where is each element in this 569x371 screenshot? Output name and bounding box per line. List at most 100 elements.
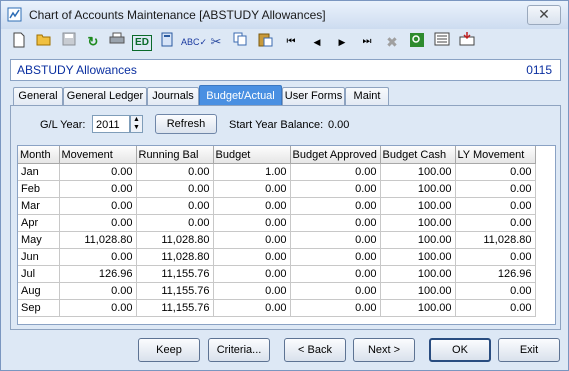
column-header[interactable]: Budget Cash bbox=[380, 146, 456, 164]
tab-general[interactable]: General bbox=[13, 87, 63, 105]
table-cell[interactable]: 0.00 bbox=[59, 163, 137, 181]
table-cell[interactable]: 0.00 bbox=[455, 197, 536, 215]
find-icon[interactable] bbox=[407, 32, 427, 52]
table-row[interactable]: Jul 126.96 11,155.76 0.00 0.00 100.00 126.96 bbox=[18, 265, 536, 283]
table-cell[interactable]: Mar bbox=[18, 197, 60, 215]
refresh-icon[interactable]: ↻ bbox=[83, 32, 103, 52]
column-header[interactable]: Budget bbox=[213, 146, 291, 164]
table-cell[interactable]: 0.00 bbox=[213, 197, 291, 215]
table-cell[interactable]: 0.00 bbox=[455, 282, 536, 300]
table-cell[interactable]: 100.00 bbox=[380, 214, 456, 232]
cut-icon[interactable]: ✂ bbox=[206, 32, 226, 52]
table-row[interactable]: Feb 0.00 0.00 0.00 0.00 100.00 0.00 bbox=[18, 180, 536, 198]
table-cell[interactable]: 0.00 bbox=[213, 248, 291, 266]
last-record-icon[interactable]: ⏭ bbox=[357, 32, 377, 52]
spellcheck-icon[interactable]: ABC✓ bbox=[181, 32, 207, 52]
table-row[interactable]: Aug 0.00 11,155.76 0.00 0.00 100.00 0.00 bbox=[18, 282, 536, 300]
table-cell[interactable]: 100.00 bbox=[380, 265, 456, 283]
column-header[interactable]: Month bbox=[18, 146, 60, 164]
tab-budget-actual[interactable]: Budget/Actual bbox=[199, 85, 282, 106]
table-row[interactable]: Mar 0.00 0.00 0.00 0.00 100.00 0.00 bbox=[18, 197, 536, 215]
back-button[interactable]: < Back bbox=[284, 338, 346, 362]
table-cell[interactable]: 0.00 bbox=[136, 214, 214, 232]
print-icon[interactable] bbox=[107, 32, 127, 52]
table-cell[interactable]: 11,028.80 bbox=[136, 231, 214, 249]
table-cell[interactable]: 0.00 bbox=[59, 180, 137, 198]
previous-record-icon[interactable]: ◀ bbox=[307, 32, 327, 52]
save-icon[interactable] bbox=[59, 32, 79, 52]
close-button[interactable]: ✕ bbox=[527, 5, 561, 25]
table-cell[interactable]: 0.00 bbox=[290, 231, 381, 249]
copy-icon[interactable] bbox=[230, 32, 250, 52]
first-record-icon[interactable]: ⏮ bbox=[281, 32, 301, 52]
keep-button[interactable]: Keep bbox=[138, 338, 200, 362]
table-cell[interactable]: Feb bbox=[18, 180, 60, 198]
table-cell[interactable]: 100.00 bbox=[380, 163, 456, 181]
table-cell[interactable]: 0.00 bbox=[290, 197, 381, 215]
table-cell[interactable]: 126.96 bbox=[59, 265, 137, 283]
table-cell[interactable]: 11,028.80 bbox=[455, 231, 536, 249]
table-row[interactable]: Sep 0.00 11,155.76 0.00 0.00 100.00 0.00 bbox=[18, 299, 536, 317]
table-cell[interactable]: 100.00 bbox=[380, 180, 456, 198]
budget-actual-grid[interactable]: Month Movement Running Bal Budget Budget App… bbox=[17, 145, 556, 325]
table-cell[interactable]: 0.00 bbox=[290, 214, 381, 232]
spin-up-icon[interactable]: ▲ bbox=[131, 116, 142, 124]
table-cell[interactable]: 11,155.76 bbox=[136, 282, 214, 300]
table-cell[interactable]: 0.00 bbox=[213, 231, 291, 249]
table-cell[interactable]: Jun bbox=[18, 248, 60, 266]
table-cell[interactable]: 0.00 bbox=[213, 214, 291, 232]
table-cell[interactable]: 0.00 bbox=[136, 163, 214, 181]
next-button[interactable]: Next > bbox=[353, 338, 415, 362]
export-icon[interactable] bbox=[457, 32, 477, 52]
table-cell[interactable]: 0.00 bbox=[136, 180, 214, 198]
gl-year-input[interactable]: 2011 bbox=[92, 115, 130, 133]
table-cell[interactable]: 100.00 bbox=[380, 299, 456, 317]
table-cell[interactable]: 0.00 bbox=[290, 163, 381, 181]
table-cell[interactable]: 100.00 bbox=[380, 282, 456, 300]
table-cell[interactable]: 0.00 bbox=[455, 180, 536, 198]
report-icon[interactable] bbox=[432, 32, 452, 52]
table-cell[interactable]: 0.00 bbox=[290, 180, 381, 198]
vertical-scrollbar[interactable]: ▲ ▼ bbox=[555, 146, 556, 324]
gl-year-spinner[interactable]: ▲ ▼ bbox=[130, 115, 143, 133]
column-header[interactable]: Movement bbox=[59, 146, 137, 164]
table-cell[interactable]: Apr bbox=[18, 214, 60, 232]
refresh-button[interactable]: Refresh bbox=[155, 114, 217, 134]
table-cell[interactable]: 0.00 bbox=[213, 282, 291, 300]
table-cell[interactable]: 0.00 bbox=[290, 248, 381, 266]
table-row[interactable]: Jun 0.00 11,028.80 0.00 0.00 100.00 0.00 bbox=[18, 248, 536, 266]
paste-icon[interactable] bbox=[255, 32, 275, 52]
table-cell[interactable]: 0.00 bbox=[455, 248, 536, 266]
spin-down-icon[interactable]: ▼ bbox=[131, 124, 142, 132]
table-cell[interactable]: 100.00 bbox=[380, 197, 456, 215]
tab-user-forms[interactable]: User Forms bbox=[282, 87, 345, 105]
table-cell[interactable]: Jul bbox=[18, 265, 60, 283]
exit-button[interactable]: Exit bbox=[498, 338, 560, 362]
table-cell[interactable]: 0.00 bbox=[59, 299, 137, 317]
table-row[interactable]: Jan 0.00 0.00 1.00 0.00 100.00 0.00 bbox=[18, 163, 536, 181]
table-cell[interactable]: 0.00 bbox=[455, 299, 536, 317]
table-cell[interactable]: May bbox=[18, 231, 60, 249]
table-cell[interactable]: 11,155.76 bbox=[136, 299, 214, 317]
table-cell[interactable]: 11,155.76 bbox=[136, 265, 214, 283]
criteria-button[interactable]: Criteria... bbox=[208, 338, 270, 362]
table-row[interactable]: Apr 0.00 0.00 0.00 0.00 100.00 0.00 bbox=[18, 214, 536, 232]
column-header[interactable]: LY Movement bbox=[455, 146, 536, 164]
edit-icon[interactable]: ED bbox=[132, 35, 152, 51]
next-record-icon[interactable]: ▶ bbox=[332, 32, 352, 52]
table-cell[interactable]: 1.00 bbox=[213, 163, 291, 181]
column-header[interactable]: Running Bal bbox=[136, 146, 214, 164]
table-cell[interactable]: 0.00 bbox=[213, 265, 291, 283]
table-cell[interactable]: 126.96 bbox=[455, 265, 536, 283]
table-cell[interactable]: 0.00 bbox=[290, 282, 381, 300]
table-cell[interactable]: 0.00 bbox=[455, 214, 536, 232]
tab-maint[interactable]: Maint bbox=[345, 87, 389, 105]
table-cell[interactable]: 0.00 bbox=[59, 282, 137, 300]
table-cell[interactable]: Aug bbox=[18, 282, 60, 300]
table-cell[interactable]: 0.00 bbox=[455, 163, 536, 181]
table-cell[interactable]: 0.00 bbox=[59, 214, 137, 232]
table-row[interactable]: May 11,028.80 11,028.80 0.00 0.00 100.00 11,02… bbox=[18, 231, 536, 249]
tab-general-ledger[interactable]: General Ledger bbox=[63, 87, 147, 105]
table-cell[interactable]: 0.00 bbox=[213, 299, 291, 317]
open-icon[interactable] bbox=[34, 32, 54, 52]
